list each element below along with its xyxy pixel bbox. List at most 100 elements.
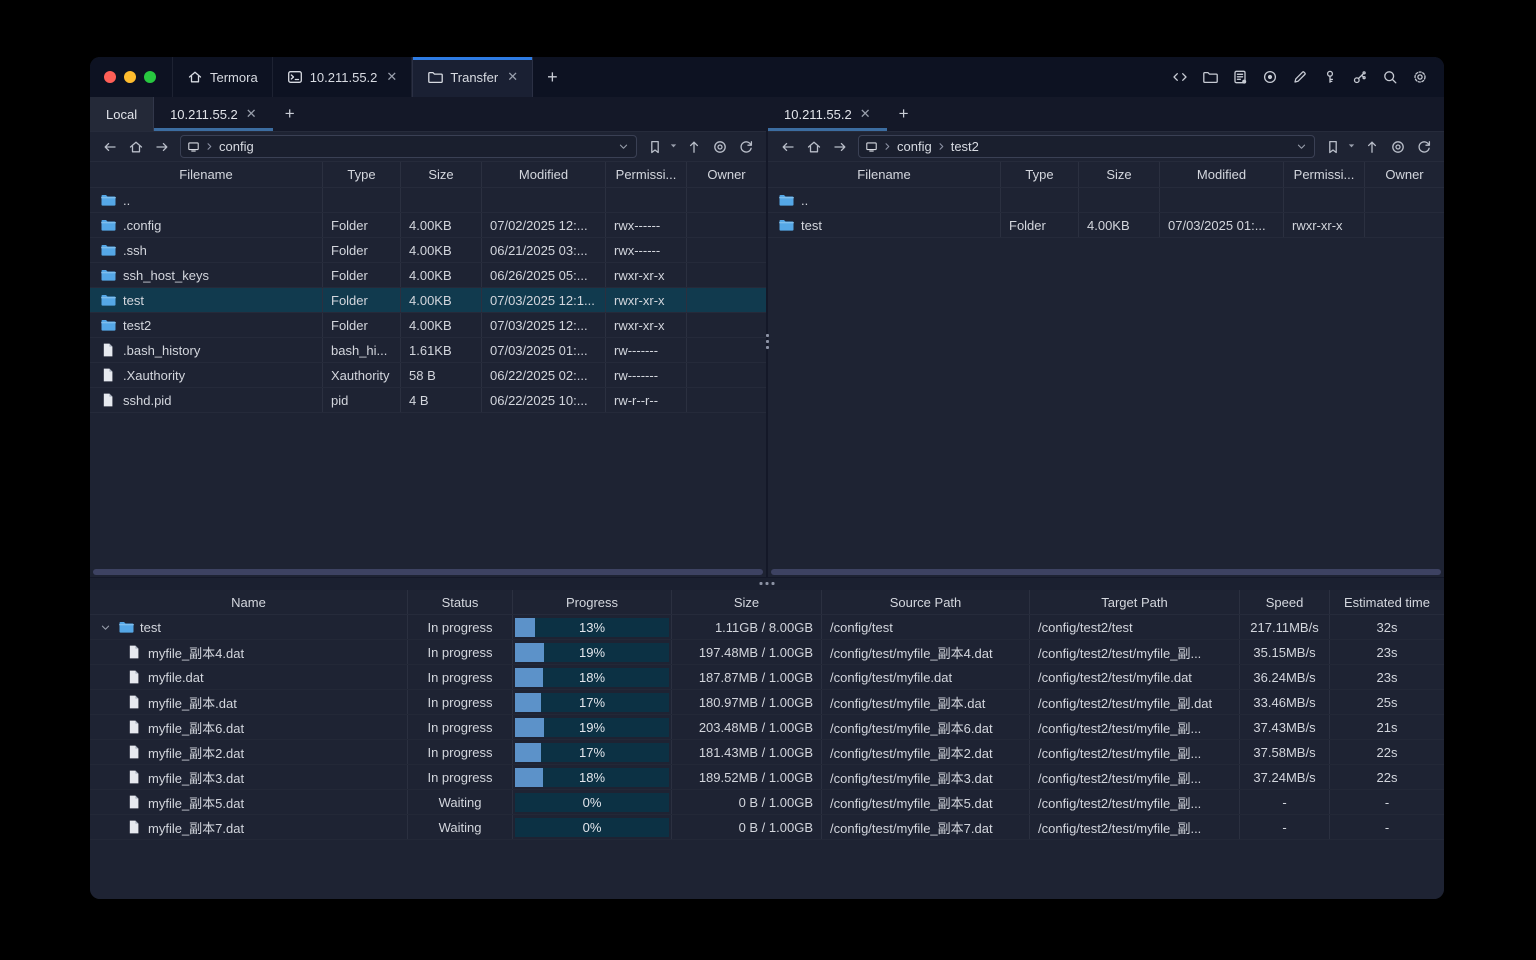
column-header-status[interactable]: Status: [408, 590, 513, 614]
close-tab-icon[interactable]: ✕: [860, 106, 871, 122]
minimize-window-button[interactable]: [124, 71, 136, 83]
file-row--[interactable]: ..: [768, 188, 1444, 213]
transfer-row-test[interactable]: test In progress 13% 1.11GB / 8.00GB/config…: [90, 615, 1444, 640]
transfer-row-myfile-dat[interactable]: myfile.dat In progress 18% 187.87MB / 1.00G…: [90, 665, 1444, 690]
scrollbar-thumb[interactable]: [771, 569, 1441, 575]
record-icon[interactable]: [1258, 65, 1282, 89]
home-button[interactable]: [124, 136, 148, 158]
column-header-target-path[interactable]: Target Path: [1030, 590, 1240, 614]
breadcrumb-segment[interactable]: config: [897, 139, 932, 154]
left-new-tab-button[interactable]: +: [273, 97, 307, 131]
right-new-tab-button[interactable]: +: [887, 97, 921, 131]
transfer-row-myfile-3-dat[interactable]: myfile_副本3.dat In progress 18% 189.52MB / 1…: [90, 765, 1444, 790]
column-header-size[interactable]: Size: [1079, 162, 1160, 187]
transfer-row-myfile-2-dat[interactable]: myfile_副本2.dat In progress 17% 181.43MB / 1…: [90, 740, 1444, 765]
panel-splitter-handle[interactable]: [764, 334, 770, 349]
folder-icon: [100, 217, 116, 233]
forward-button[interactable]: [828, 136, 852, 158]
bookmark-caret-icon[interactable]: [1345, 139, 1358, 155]
column-header-modified[interactable]: Modified: [482, 162, 606, 187]
show-hidden-files-button[interactable]: [708, 136, 732, 158]
column-header-estimated-time[interactable]: Estimated time: [1330, 590, 1444, 614]
close-tab-icon[interactable]: ✕: [386, 69, 397, 85]
file-row--bash-history[interactable]: .bash_history bash_hi... 1.61KB 07/03/2025 …: [90, 338, 766, 363]
upload-button[interactable]: [1360, 136, 1384, 158]
main-tab-termora[interactable]: Termora: [172, 57, 273, 97]
file-row--config[interactable]: .config Folder 4.00KB 07/02/2025 12:... rwx-…: [90, 213, 766, 238]
file-row-test2[interactable]: test2 Folder 4.00KB 07/03/2025 12:... rwxr-x…: [90, 313, 766, 338]
column-header-owner[interactable]: Owner: [687, 162, 766, 187]
back-button[interactable]: [776, 136, 800, 158]
code-icon[interactable]: [1168, 65, 1192, 89]
transfer-row-myfile-5-dat[interactable]: myfile_副本5.dat Waiting 0% 0 B / 1.00GB/conf…: [90, 790, 1444, 815]
close-tab-icon[interactable]: ✕: [507, 69, 518, 85]
column-header-speed[interactable]: Speed: [1240, 590, 1330, 614]
transfer-row-myfile-7-dat[interactable]: myfile_副本7.dat Waiting 0% 0 B / 1.00GB/conf…: [90, 815, 1444, 840]
left-tab-10-211-55-2[interactable]: 10.211.55.2 ✕: [154, 97, 273, 131]
search-icon[interactable]: [1378, 65, 1402, 89]
breadcrumb-segment[interactable]: config: [219, 139, 254, 154]
column-header-modified[interactable]: Modified: [1160, 162, 1284, 187]
left-path-bar[interactable]: config: [180, 135, 637, 158]
file-row-ssh-host-keys[interactable]: ssh_host_keys Folder 4.00KB 06/26/2025 05:.…: [90, 263, 766, 288]
column-header-filename[interactable]: Filename: [90, 162, 323, 187]
back-button[interactable]: [98, 136, 122, 158]
home-button[interactable]: [802, 136, 826, 158]
main-tab-transfer[interactable]: Transfer ✕: [412, 57, 534, 97]
refresh-button[interactable]: [734, 136, 758, 158]
column-header-progress[interactable]: Progress: [513, 590, 672, 614]
file-row-test[interactable]: test Folder 4.00KB 07/03/2025 12:1... rwxr-x…: [90, 288, 766, 313]
transfer-row-myfile-6-dat[interactable]: myfile_副本6.dat In progress 19% 203.48MB / 1…: [90, 715, 1444, 740]
right-path-bar[interactable]: config test2: [858, 135, 1315, 158]
forward-button[interactable]: [150, 136, 174, 158]
close-window-button[interactable]: [104, 71, 116, 83]
keychain-icon[interactable]: [1348, 65, 1372, 89]
show-hidden-files-button[interactable]: [1386, 136, 1410, 158]
log-icon[interactable]: [1228, 65, 1252, 89]
transfer-splitter-handle[interactable]: [759, 582, 775, 585]
column-header-size[interactable]: Size: [401, 162, 482, 187]
column-header-owner[interactable]: Owner: [1365, 162, 1444, 187]
file-row-test[interactable]: test Folder 4.00KB 07/03/2025 01:... rwxr-xr…: [768, 213, 1444, 238]
column-header-source-path[interactable]: Source Path: [822, 590, 1030, 614]
key-icon[interactable]: [1318, 65, 1342, 89]
transfer-splitter[interactable]: [90, 577, 1444, 590]
column-header-permissi[interactable]: Permissi...: [1284, 162, 1365, 187]
edit-icon[interactable]: [1288, 65, 1312, 89]
column-header-filename[interactable]: Filename: [768, 162, 1001, 187]
left-horizontal-scrollbar[interactable]: [90, 567, 766, 577]
column-header-name[interactable]: Name: [90, 590, 408, 614]
scrollbar-thumb[interactable]: [93, 569, 763, 575]
left-tab-local[interactable]: Local: [90, 97, 155, 131]
expander-chevron-icon[interactable]: [98, 621, 112, 634]
column-header-type[interactable]: Type: [1001, 162, 1079, 187]
column-header-size[interactable]: Size: [672, 590, 822, 614]
settings-icon[interactable]: [1408, 65, 1432, 89]
refresh-button[interactable]: [1412, 136, 1436, 158]
panel-splitter[interactable]: [764, 97, 770, 577]
breadcrumb-segment[interactable]: test2: [951, 139, 979, 154]
file-row--[interactable]: ..: [90, 188, 766, 213]
main-tab-10-211-55-2[interactable]: 10.211.55.2 ✕: [273, 57, 413, 97]
close-tab-icon[interactable]: ✕: [246, 106, 257, 122]
bookmark-button[interactable]: [1321, 136, 1345, 158]
folder-icon[interactable]: [1198, 65, 1222, 89]
new-main-tab-button[interactable]: +: [533, 57, 572, 97]
transfer-source-cell: /config/test/myfile_副本6.dat: [822, 715, 1030, 739]
path-dropdown-icon[interactable]: [617, 140, 630, 153]
path-dropdown-icon[interactable]: [1295, 140, 1308, 153]
column-header-type[interactable]: Type: [323, 162, 401, 187]
transfer-row-myfile-4-dat[interactable]: myfile_副本4.dat In progress 19% 197.48MB / 1…: [90, 640, 1444, 665]
type-cell: [323, 188, 401, 212]
transfer-row-myfile-dat[interactable]: myfile_副本.dat In progress 17% 180.97MB / 1.…: [90, 690, 1444, 715]
bookmark-button[interactable]: [643, 136, 667, 158]
right-tab-10-211-55-2[interactable]: 10.211.55.2 ✕: [768, 97, 887, 131]
right-horizontal-scrollbar[interactable]: [768, 567, 1444, 577]
bookmark-caret-icon[interactable]: [667, 139, 680, 155]
file-row--Xauthority[interactable]: .Xauthority Xauthority 58 B 06/22/2025 02:.…: [90, 363, 766, 388]
file-row-sshd-pid[interactable]: sshd.pid pid 4 B 06/22/2025 10:... rw-r--r--: [90, 388, 766, 413]
file-row--ssh[interactable]: .ssh Folder 4.00KB 06/21/2025 03:... rwx----…: [90, 238, 766, 263]
upload-button[interactable]: [682, 136, 706, 158]
zoom-window-button[interactable]: [144, 71, 156, 83]
column-header-permissi[interactable]: Permissi...: [606, 162, 687, 187]
